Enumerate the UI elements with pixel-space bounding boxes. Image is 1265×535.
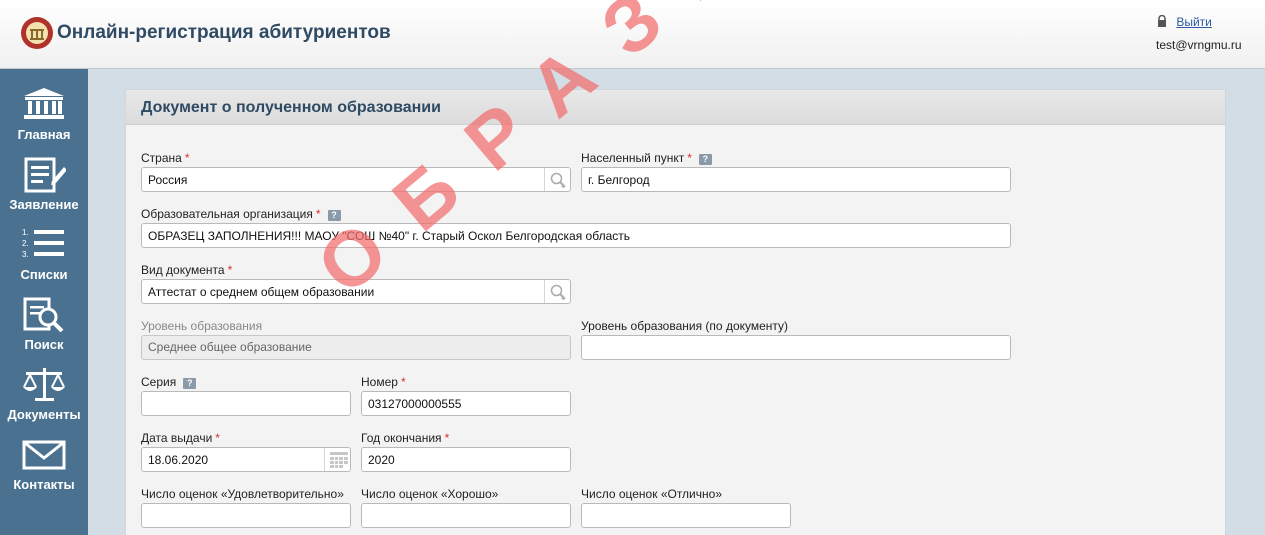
grades-satisfactory-field[interactable] xyxy=(141,503,351,528)
svg-text:3.: 3. xyxy=(22,250,29,259)
edu-level-doc-field[interactable] xyxy=(581,335,1011,360)
organization-input[interactable] xyxy=(148,224,1004,247)
locality-label: Населенный пункт *? xyxy=(581,151,712,165)
user-email: test@vrngmu.ru xyxy=(1156,38,1242,52)
grades-good-label: Число оценок «Хорошо» xyxy=(361,487,499,501)
edu-level-doc-label: Уровень образования (по документу) xyxy=(581,319,789,333)
locality-help-icon[interactable]: ? xyxy=(698,154,712,165)
magnifier-icon xyxy=(550,172,566,188)
building-columns-icon xyxy=(24,88,64,119)
scales-icon xyxy=(23,368,65,401)
calendar-button[interactable] xyxy=(324,448,350,471)
sidebar-item-contacts[interactable]: Контакты xyxy=(0,427,88,495)
series-input[interactable] xyxy=(148,392,344,415)
grades-excellent-label: Число оценок «Отлично» xyxy=(581,487,722,501)
document-pen-icon xyxy=(24,157,66,193)
sidebar-item-label: Заявление xyxy=(9,197,79,212)
app-title: Онлайн-регистрация абитуриентов xyxy=(57,22,391,43)
edu-level-label: Уровень образования xyxy=(141,319,263,333)
required-mark: * xyxy=(687,151,692,165)
panel-title: Документ о полученном образовании xyxy=(141,99,441,116)
doc-type-combobox[interactable] xyxy=(141,279,571,304)
country-lookup-button[interactable] xyxy=(544,168,570,191)
series-field[interactable] xyxy=(141,391,351,416)
organization-field[interactable] xyxy=(141,223,1011,248)
edu-level-field: Среднее общее образование xyxy=(141,335,571,360)
edu-level-doc-input[interactable] xyxy=(588,336,1004,359)
series-help-icon[interactable]: ? xyxy=(183,378,197,389)
number-field[interactable] xyxy=(361,391,571,416)
envelope-icon xyxy=(22,440,66,470)
university-seal-icon xyxy=(21,17,53,49)
grad-year-field[interactable] xyxy=(361,447,571,472)
sidebar-item-lists[interactable]: 1. 2. 3. Списки xyxy=(0,217,88,285)
number-input[interactable] xyxy=(368,392,564,415)
sidebar-item-label: Поиск xyxy=(24,337,64,352)
country-label: Страна * xyxy=(141,151,190,165)
svg-text:2.: 2. xyxy=(22,239,29,248)
education-document-panel: Документ о полученном образовании Страна… xyxy=(125,89,1226,535)
calendar-icon xyxy=(330,452,348,468)
grad-year-input[interactable] xyxy=(368,448,564,471)
required-mark: * xyxy=(444,431,450,445)
issue-date-label: Дата выдачи * xyxy=(141,431,220,445)
sidebar-item-documents[interactable]: Документы xyxy=(0,357,88,425)
grades-excellent-field[interactable] xyxy=(581,503,791,528)
doc-type-lookup-button[interactable] xyxy=(544,280,570,303)
svg-text:1.: 1. xyxy=(22,228,29,237)
country-input[interactable] xyxy=(148,168,564,191)
sidebar-item-application[interactable]: Заявление xyxy=(0,147,88,215)
locality-input[interactable] xyxy=(588,168,1004,191)
required-mark: * xyxy=(215,431,220,445)
sidebar-item-home[interactable]: Главная xyxy=(0,77,88,145)
magnifier-icon xyxy=(550,284,566,300)
required-mark: * xyxy=(184,151,190,165)
grades-satisfactory-label: Число оценок «Удовлетворительно» xyxy=(141,487,344,501)
issue-date-picker[interactable] xyxy=(141,447,351,472)
sidebar-item-search[interactable]: Поиск xyxy=(0,287,88,355)
grades-satisfactory-input[interactable] xyxy=(148,504,344,527)
sidebar-item-label: Списки xyxy=(20,267,68,282)
logout-area: Выйти xyxy=(1157,15,1212,29)
required-mark: * xyxy=(400,375,406,389)
locality-field[interactable] xyxy=(581,167,1011,192)
document-search-icon xyxy=(23,297,64,333)
required-mark: * xyxy=(227,263,233,277)
sidebar-item-label: Контакты xyxy=(13,477,75,492)
panel-header: Документ о полученном образовании xyxy=(126,90,1225,125)
number-label: Номер * xyxy=(361,375,406,389)
grades-excellent-input[interactable] xyxy=(588,504,784,527)
sidebar: Главная Заявление 1. 2. 3. Списки Поиск … xyxy=(0,69,88,535)
series-label: Серия? xyxy=(141,375,197,389)
grad-year-label: Год окончания * xyxy=(361,431,450,445)
grades-good-input[interactable] xyxy=(368,504,564,527)
doc-type-label: Вид документа * xyxy=(141,263,233,277)
numbered-list-icon: 1. 2. 3. xyxy=(22,228,64,259)
lock-icon xyxy=(1158,15,1166,27)
sidebar-item-label: Документы xyxy=(7,407,81,422)
doc-type-input[interactable] xyxy=(148,280,564,303)
logout-link[interactable]: Выйти xyxy=(1176,15,1212,29)
top-bar: Онлайн-регистрация абитуриентов Выйти te… xyxy=(0,0,1265,69)
country-combobox[interactable] xyxy=(141,167,571,192)
issue-date-input[interactable] xyxy=(148,448,344,471)
required-mark: * xyxy=(315,207,321,221)
organization-label: Образовательная организация *? xyxy=(141,207,341,221)
organization-help-icon[interactable]: ? xyxy=(327,210,341,221)
grades-good-field[interactable] xyxy=(361,503,571,528)
sidebar-item-label: Главная xyxy=(17,127,71,142)
